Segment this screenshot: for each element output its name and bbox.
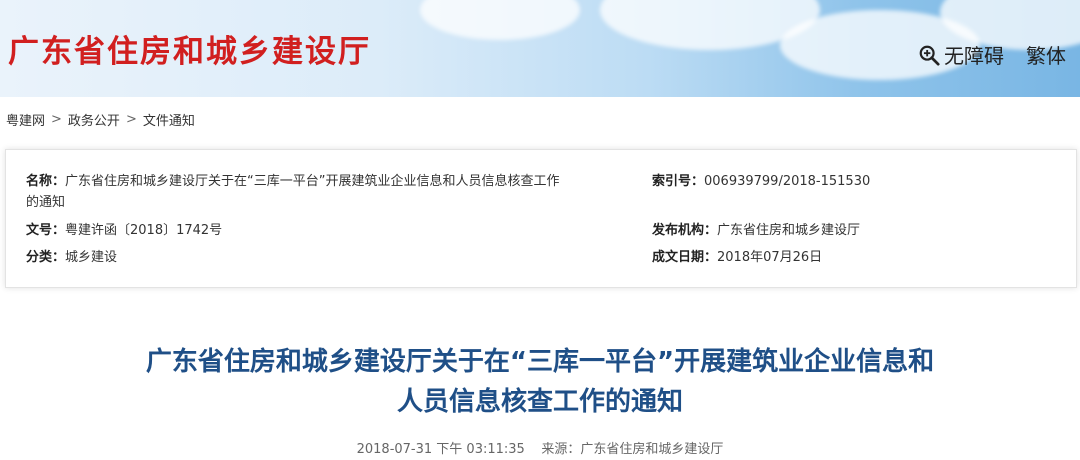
meta-publisher: 发布机构：广东省住房和城乡建设厅 — [652, 220, 860, 241]
traditional-chinese-link[interactable]: 繁体 — [1026, 40, 1066, 69]
article-title: 广东省住房和城乡建设厅关于在“三库一平台”开展建筑业企业信息和 人员信息核查工作… — [0, 342, 1080, 422]
meta-date: 成文日期：2018年07月26日 — [652, 247, 822, 268]
meta-name-value-line1: 广东省住房和城乡建设厅关于在“三库一平台”开展建筑业企业信息和人员信息核查工作 — [65, 174, 560, 189]
breadcrumb-separator: > — [51, 112, 62, 127]
meta-name-label: 名称： — [26, 174, 66, 189]
meta-name-value-line2: 的通知 — [26, 195, 66, 210]
meta-publisher-label: 发布机构： — [652, 223, 718, 238]
meta-name: 名称：广东省住房和城乡建设厅关于在“三库一平台”开展建筑业企业信息和人员信息核查… — [26, 171, 626, 213]
header-cloud — [420, 0, 580, 40]
magnifier-plus-icon — [919, 45, 940, 66]
header-links: 无障碍 繁体 — [918, 40, 1066, 69]
meta-publisher-value: 广东省住房和城乡建设厅 — [717, 223, 861, 238]
meta-category: 分类：城乡建设 — [26, 247, 117, 268]
meta-doc-no: 文号：粤建许函〔2018〕1742号 — [26, 220, 222, 241]
site-title[interactable]: 广东省住房和城乡建设厅 — [8, 26, 371, 71]
breadcrumb-notices[interactable]: 文件通知 — [143, 110, 195, 129]
meta-index-label: 索引号： — [652, 174, 705, 189]
article-meta: 2018-07-31 下午 03:11:35 来源：广东省住房和城乡建设厅 — [0, 438, 1080, 457]
breadcrumb: 粤建网 > 政务公开 > 文件通知 — [6, 110, 195, 129]
document-metadata-box: 名称：广东省住房和城乡建设厅关于在“三库一平台”开展建筑业企业信息和人员信息核查… — [5, 149, 1077, 288]
published-at: 2018-07-31 下午 03:11:35 — [356, 442, 525, 457]
article-title-line2: 人员信息核查工作的通知 — [396, 387, 683, 417]
meta-category-label: 分类： — [26, 250, 66, 265]
breadcrumb-gov-affairs[interactable]: 政务公开 — [68, 110, 120, 129]
accessibility-label: 无障碍 — [944, 44, 1004, 68]
article-title-line1: 广东省住房和城乡建设厅关于在“三库一平台”开展建筑业企业信息和 — [145, 347, 935, 377]
meta-index: 索引号：006939799/2018-151530 — [652, 171, 870, 192]
meta-index-value: 006939799/2018-151530 — [704, 174, 871, 189]
meta-date-label: 成文日期： — [652, 250, 718, 265]
site-header: 广东省住房和城乡建设厅 无障碍 繁体 — [0, 0, 1080, 97]
accessibility-link[interactable]: 无障碍 — [918, 40, 1004, 69]
source-value: 广东省住房和城乡建设厅 — [580, 442, 724, 457]
breadcrumb-home[interactable]: 粤建网 — [6, 110, 45, 129]
meta-date-value: 2018年07月26日 — [717, 250, 823, 265]
breadcrumb-separator: > — [125, 112, 137, 127]
meta-doc-no-value: 粤建许函〔2018〕1742号 — [65, 223, 223, 238]
source-label: 来源： — [541, 442, 581, 457]
meta-doc-no-label: 文号： — [26, 223, 66, 238]
meta-category-value: 城乡建设 — [65, 250, 118, 265]
